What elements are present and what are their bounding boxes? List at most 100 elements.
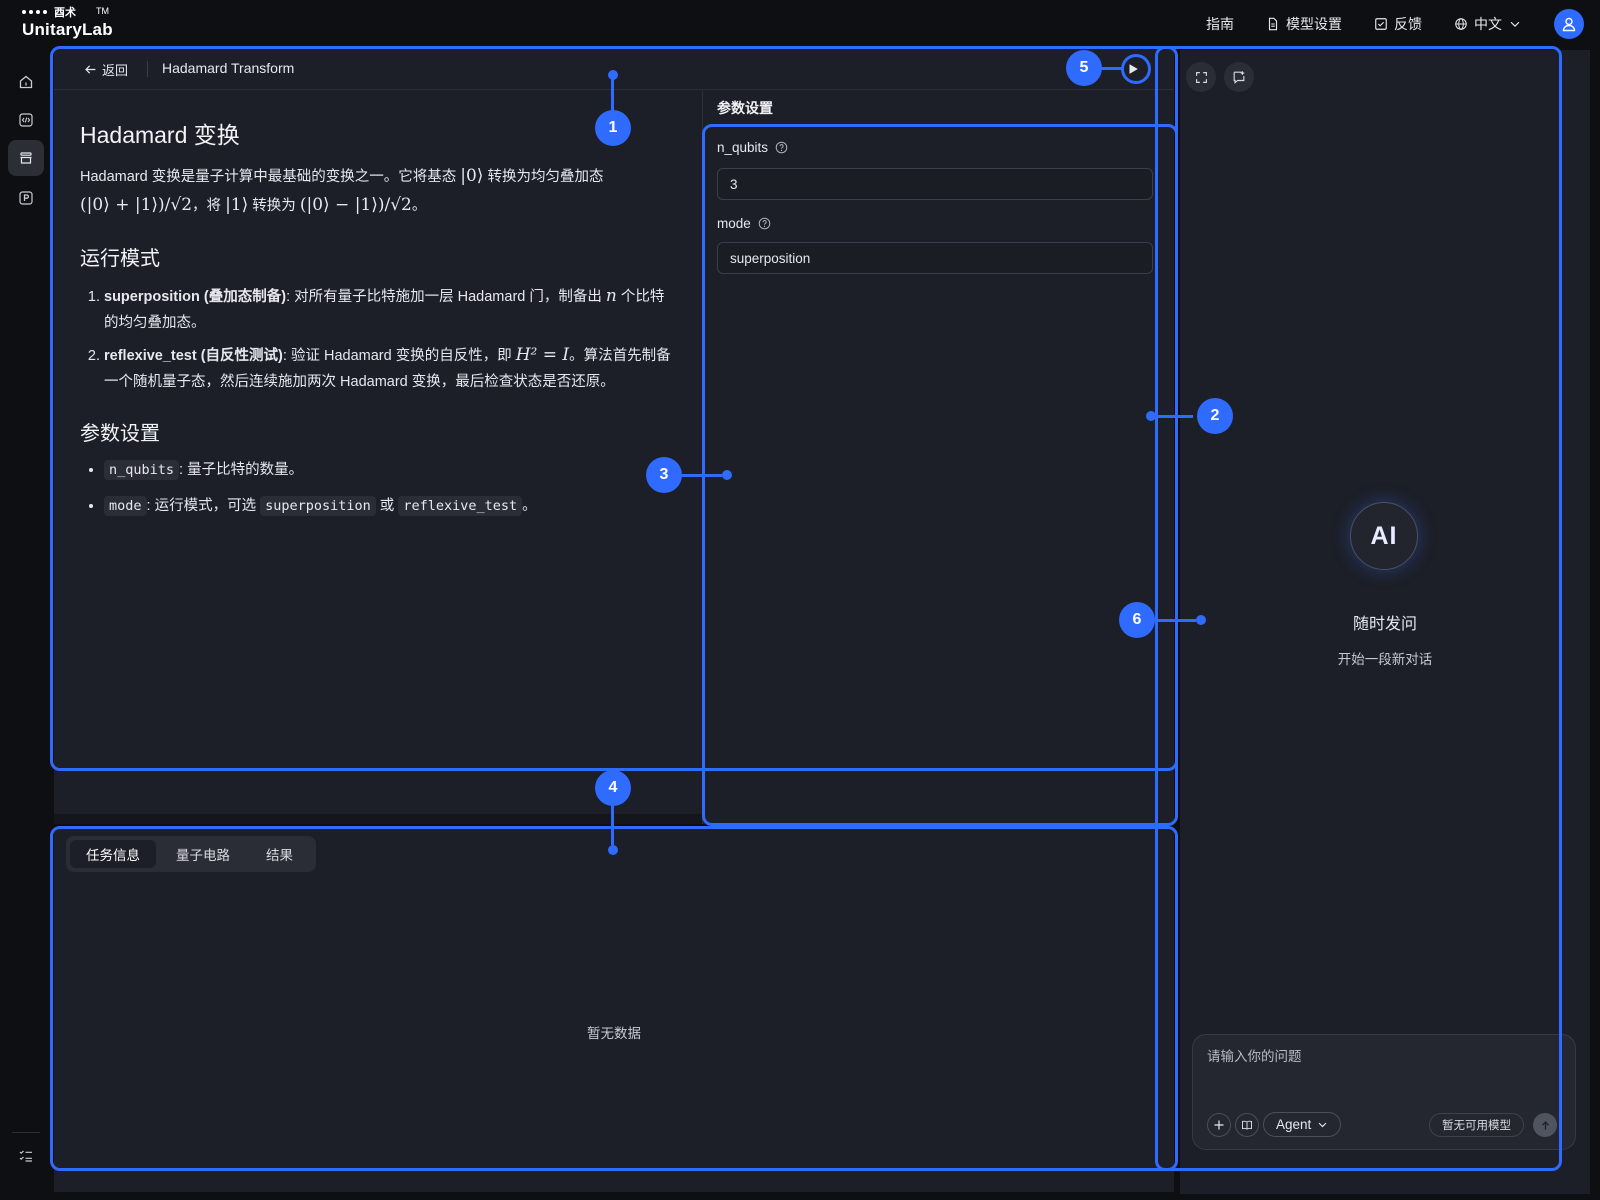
param-text: : 运行模式，可选 — [146, 498, 261, 514]
intro-text: 转换为均匀叠加态 — [483, 169, 604, 185]
add-attachment-button[interactable] — [1207, 1113, 1231, 1137]
checklist-icon — [19, 1150, 32, 1162]
breadcrumb: 返回 Hadamard Transform — [54, 48, 1174, 90]
chat-input-box[interactable]: 请输入你的问题 Agent 暂无可用模型 — [1192, 1034, 1576, 1150]
globe-icon — [1455, 18, 1467, 30]
list-item: mode: 运行模式，可选 superposition 或 reflexive_… — [104, 494, 676, 518]
mode-text: : 验证 Hadamard 变换的自反性，即 — [282, 348, 516, 364]
nav-guide-label: 指南 — [1206, 16, 1234, 32]
doc-intro: Hadamard 变换是量子计算中最基础的变换之一。它将基态 |0⟩ 转换为均匀… — [80, 162, 676, 220]
list-item: reflexive_test (自反性测试): 验证 Hadamard 变换的自… — [104, 342, 676, 395]
sidebar-item-code[interactable] — [8, 102, 44, 138]
nav-feedback[interactable]: 反馈 — [1374, 14, 1422, 34]
model-selector[interactable]: 暂无可用模型 — [1429, 1113, 1524, 1137]
checkbox-edit-icon — [1375, 18, 1387, 30]
mode-name: reflexive_test (自反性测试) — [104, 348, 283, 364]
top-nav: 指南 模型设置 反馈 中文 — [1206, 0, 1600, 48]
tab-circuit[interactable]: 量子电路 — [160, 840, 246, 868]
mode-text: : 对所有量子比特施加一层 Hadamard 门，制备出 — [286, 289, 606, 305]
breadcrumb-separator — [147, 61, 148, 77]
list-item: n_qubits: 量子比特的数量。 — [104, 458, 676, 482]
document-icon — [1268, 17, 1278, 31]
field-label-text: n_qubits — [717, 140, 769, 155]
expand-icon — [1195, 71, 1207, 83]
task-panel: 任务信息 量子电路 结果 暂无数据 — [54, 828, 1174, 1192]
logo-cn: 酉术 — [54, 7, 76, 19]
language-selector[interactable]: 中文 — [1454, 14, 1522, 34]
intro-formula: (|0⟩ + |1⟩)/√2 — [80, 195, 193, 215]
nav-model-settings[interactable]: 模型设置 — [1266, 14, 1342, 34]
agent-selector[interactable]: Agent — [1263, 1112, 1342, 1137]
callout-dot — [1196, 615, 1206, 625]
run-button[interactable] — [1120, 56, 1146, 82]
param-text: : 量子比特的数量。 — [179, 462, 304, 478]
n-qubits-label: n_qubits — [717, 140, 788, 155]
help-icon[interactable] — [775, 141, 788, 154]
mode-math: n — [605, 286, 617, 306]
callout-badge-2: 2 — [1197, 398, 1233, 434]
logo[interactable]: 酉术 TM UnitaryLab — [22, 6, 113, 40]
params-list: n_qubits: 量子比特的数量。 mode: 运行模式，可选 superpo… — [80, 458, 676, 518]
expand-button[interactable] — [1186, 62, 1216, 92]
stack-icon — [20, 152, 32, 164]
ai-badge: AI — [1350, 502, 1418, 570]
modes-list: superposition (叠加态制备): 对所有量子比特施加一层 Hadam… — [80, 283, 676, 395]
sidebar-item-algorithms[interactable] — [8, 140, 44, 176]
param-text: 或 — [375, 498, 399, 514]
field-label-text: mode — [717, 216, 751, 231]
logo-trademark: TM — [96, 6, 109, 16]
chevron-down-icon — [1318, 1122, 1327, 1128]
sidebar-item-projects[interactable] — [8, 180, 44, 216]
params-heading: 参数设置 — [80, 423, 160, 445]
callout-line — [1155, 619, 1196, 622]
mode-input[interactable]: superposition — [717, 242, 1153, 274]
intro-ket-0: |0⟩ — [460, 166, 484, 186]
p-square-icon — [19, 191, 33, 205]
callout-line — [1151, 415, 1193, 418]
back-button[interactable]: 返回 — [84, 60, 128, 79]
chat-input[interactable]: 请输入你的问题 — [1207, 1045, 1302, 1065]
sidebar-item-tasks[interactable] — [8, 1138, 44, 1174]
book-icon — [1242, 1120, 1252, 1130]
tab-task-info[interactable]: 任务信息 — [70, 840, 156, 868]
left-sidebar — [0, 48, 50, 1200]
play-icon — [1129, 64, 1138, 74]
code-icon — [19, 113, 33, 127]
knowledge-button[interactable] — [1235, 1113, 1259, 1137]
plus-icon — [1214, 1120, 1224, 1130]
callout-dot — [608, 845, 618, 855]
user-icon — [1562, 17, 1576, 32]
callout-line — [611, 805, 614, 845]
sidebar-divider — [12, 1132, 40, 1133]
params-panel-title: 参数设置 — [717, 100, 773, 116]
arrow-left-icon — [85, 65, 96, 74]
doc-title: Hadamard 变换 — [80, 122, 240, 148]
param-code: superposition — [260, 496, 376, 516]
send-button[interactable] — [1533, 1113, 1557, 1137]
mode-label: mode — [717, 216, 771, 231]
intro-text: ，将 — [192, 198, 226, 214]
modes-heading: 运行模式 — [80, 248, 160, 270]
callout-dot — [722, 470, 732, 480]
sidebar-item-home[interactable] — [8, 64, 44, 100]
language-label: 中文 — [1474, 16, 1502, 32]
agent-label: Agent — [1276, 1117, 1312, 1132]
intro-text: 。 — [411, 198, 427, 214]
user-avatar[interactable] — [1554, 9, 1584, 39]
home-icon — [19, 75, 33, 89]
callout-badge-3: 3 — [646, 457, 682, 493]
param-code: reflexive_test — [398, 496, 523, 516]
n-qubits-input[interactable]: 3 — [717, 168, 1153, 200]
chat-title: 随时发问 — [1352, 616, 1417, 633]
tab-results[interactable]: 结果 — [250, 840, 309, 868]
callout-badge-6: 6 — [1119, 602, 1155, 638]
nav-guide[interactable]: 指南 — [1206, 14, 1234, 34]
new-chat-button[interactable] — [1224, 62, 1254, 92]
param-text: 。 — [522, 498, 537, 514]
help-icon[interactable] — [758, 217, 771, 230]
callout-line — [611, 75, 614, 111]
empty-state: 暂无数据 — [587, 1026, 641, 1041]
arrow-up-icon — [1541, 1120, 1549, 1130]
back-label: 返回 — [102, 63, 129, 78]
callout-badge-5: 5 — [1066, 50, 1102, 86]
